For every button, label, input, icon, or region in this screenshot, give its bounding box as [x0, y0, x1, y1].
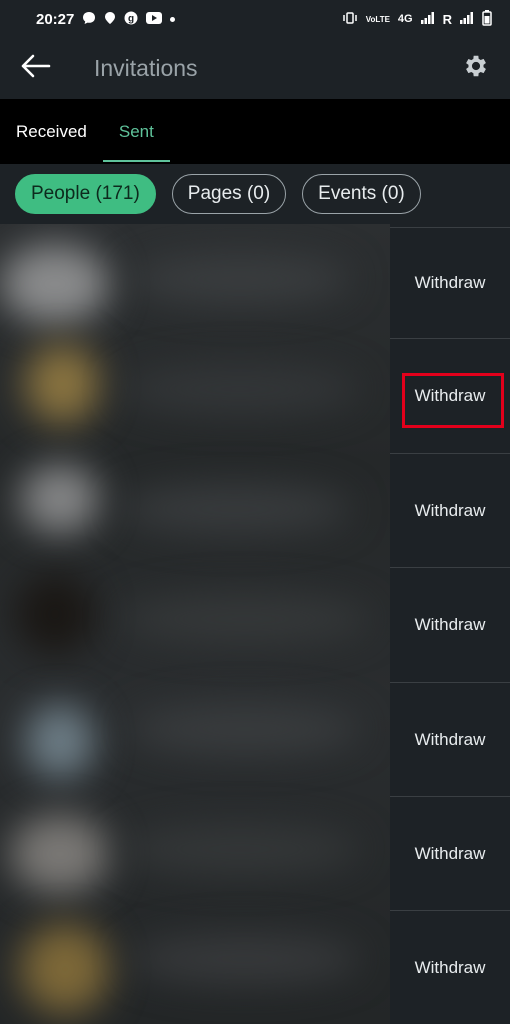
blurred-avatar [20, 464, 100, 534]
status-left: 20:27 g [36, 10, 176, 28]
filter-chips: People (171) Pages (0) Events (0) [0, 164, 510, 224]
chat-icon [82, 11, 96, 28]
blurred-avatar [25, 344, 100, 424]
list-item: Withdraw [390, 567, 510, 682]
tab-received-label: Received [16, 121, 87, 141]
blurred-avatar [25, 704, 95, 779]
youtube-icon [146, 11, 163, 27]
battery-icon [482, 9, 492, 29]
withdraw-button[interactable]: Withdraw [407, 263, 494, 303]
withdraw-button[interactable]: Withdraw [407, 720, 494, 760]
settings-button[interactable] [454, 47, 498, 91]
svg-text:g: g [128, 13, 134, 24]
volte-label: VoLTE [365, 14, 390, 24]
tab-sent-label: Sent [118, 121, 154, 141]
back-arrow-icon [21, 54, 51, 83]
status-bar: 20:27 g VoLTE 4G R [0, 0, 510, 38]
status-time: 20:27 [36, 10, 75, 28]
list-item: Withdraw [390, 338, 510, 453]
blurred-avatar [0, 244, 110, 324]
tab-received[interactable]: Received [0, 99, 103, 164]
filter-events-label: Events (0) [318, 183, 405, 204]
withdraw-button[interactable]: Withdraw [407, 834, 494, 874]
list-item: Withdraw [390, 682, 510, 796]
filter-pages-chip[interactable]: Pages (0) [171, 174, 287, 214]
list-item: Withdraw [390, 227, 510, 338]
app-bar: Invitations [0, 38, 510, 99]
blurred-text [120, 484, 350, 534]
withdraw-button[interactable]: Withdraw [407, 491, 494, 531]
blurred-text [130, 934, 360, 984]
filter-people-label: People (171) [31, 183, 140, 204]
sent-invitations-list: Withdraw Withdraw Withdraw Withdraw With… [0, 224, 510, 1024]
blurred-avatar [15, 574, 95, 654]
withdraw-button[interactable]: Withdraw [407, 605, 494, 645]
filter-people-chip[interactable]: People (171) [15, 174, 156, 214]
blurred-text [120, 594, 370, 644]
list-item: Withdraw [390, 910, 510, 1024]
blurred-avatar [10, 814, 110, 894]
blurred-invitation-details [0, 224, 390, 1024]
status-right: VoLTE 4G R [342, 9, 492, 29]
page-title: Invitations [94, 55, 198, 81]
withdraw-button[interactable]: Withdraw [407, 376, 494, 416]
tab-sent[interactable]: Sent [102, 99, 170, 164]
blurred-text [130, 254, 350, 304]
location-icon [104, 11, 116, 28]
blurred-text [120, 364, 360, 414]
blurred-text [120, 824, 360, 874]
list-item: Withdraw [390, 796, 510, 910]
vibrate-icon [342, 11, 358, 27]
filter-events-chip[interactable]: Events (0) [302, 174, 421, 214]
network-label: 4G [397, 13, 413, 25]
withdraw-button[interactable]: Withdraw [407, 948, 494, 988]
notification-dot-icon [170, 16, 176, 22]
gear-icon [462, 52, 490, 85]
signal-icon [420, 11, 435, 27]
filter-pages-label: Pages (0) [187, 183, 271, 204]
g-badge-icon: g [124, 11, 138, 28]
back-button[interactable] [8, 41, 64, 97]
carrier-label: R [442, 11, 452, 27]
invitation-tabs: Received Sent [0, 99, 510, 164]
blurred-avatar [20, 924, 110, 1014]
blurred-text [130, 704, 360, 754]
list-item: Withdraw [390, 453, 510, 567]
signal-icon-2 [460, 11, 474, 27]
